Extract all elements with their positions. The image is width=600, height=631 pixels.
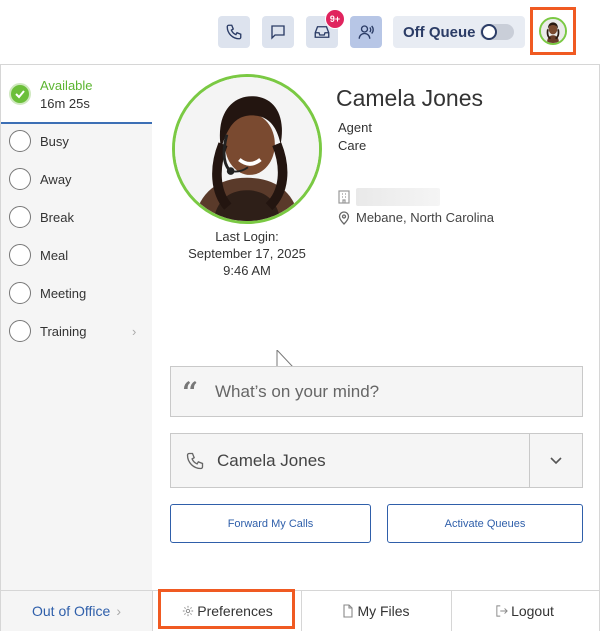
logout-label: Logout xyxy=(511,603,554,619)
preferences-highlight xyxy=(158,589,295,629)
redacted-field xyxy=(356,188,440,206)
chevron-right-icon: › xyxy=(132,323,137,339)
location-row: Mebane, North Carolina xyxy=(338,210,494,225)
last-login-date: September 17, 2025 xyxy=(188,246,306,261)
status-radio xyxy=(9,320,31,342)
profile-department: Care xyxy=(338,138,367,153)
avatar-image xyxy=(541,19,565,43)
last-login: Last Login: September 17, 2025 9:46 AM xyxy=(171,228,323,279)
building-icon xyxy=(338,190,350,204)
status-message-placeholder: What’s on your mind? xyxy=(215,381,380,401)
out-of-office-label: Out of Office xyxy=(31,603,111,619)
notification-badge: 9+ xyxy=(325,9,345,29)
status-item-busy[interactable]: Busy xyxy=(1,122,152,160)
profile-panel: Available 16m 25s Busy Away Break Meal M… xyxy=(0,64,600,631)
file-icon xyxy=(343,604,353,618)
avatar xyxy=(539,17,567,45)
phone-device-select[interactable]: Camela Jones xyxy=(170,433,583,488)
activate-queues-button[interactable]: Activate Queues xyxy=(387,504,583,543)
forward-calls-button[interactable]: Forward My Calls xyxy=(170,504,371,543)
logout-button[interactable]: Logout xyxy=(451,591,599,631)
status-radio-checked xyxy=(9,83,31,105)
chat-icon xyxy=(271,25,285,40)
my-files-button[interactable]: My Files xyxy=(301,591,451,631)
inbox-button[interactable]: 9+ xyxy=(306,9,345,48)
status-label: Training xyxy=(40,323,87,339)
building-row xyxy=(338,188,440,206)
status-item-break[interactable]: Break xyxy=(1,198,152,236)
out-of-office-button[interactable]: Out of Office › xyxy=(1,591,152,631)
check-icon xyxy=(15,90,25,99)
status-available-label: Available xyxy=(40,78,93,93)
logout-icon xyxy=(496,605,508,617)
phone-button[interactable] xyxy=(218,16,250,48)
status-label: Meal xyxy=(40,247,69,263)
status-message-input[interactable]: “ What’s on your mind? xyxy=(170,366,583,417)
phone-icon xyxy=(186,452,204,470)
chat-button[interactable] xyxy=(262,16,294,48)
profile-location: Mebane, North Carolina xyxy=(356,210,495,225)
status-label: Break xyxy=(40,209,74,225)
agent-status-button[interactable] xyxy=(350,16,382,48)
last-login-label: Last Login: xyxy=(215,229,279,244)
status-sidebar: Available 16m 25s Busy Away Break Meal M… xyxy=(1,65,152,590)
select-divider xyxy=(529,434,530,487)
status-label: Away xyxy=(40,171,72,187)
last-login-time: 9:46 AM xyxy=(223,263,271,278)
profile-role: Agent xyxy=(338,120,372,135)
phone-device-value: Camela Jones xyxy=(217,451,326,470)
chevron-right-icon: › xyxy=(116,603,121,619)
profile-name: Camela Jones xyxy=(336,85,484,111)
queue-switch[interactable] xyxy=(480,24,514,40)
footer-bar: Out of Office › Preferences My Files Log… xyxy=(1,590,599,631)
status-duration: 16m 25s xyxy=(40,96,90,111)
status-radio xyxy=(9,244,31,266)
profile-photo xyxy=(172,74,322,224)
user-avatar-button[interactable] xyxy=(530,7,576,55)
queue-switch-knob xyxy=(481,24,497,40)
status-item-meal[interactable]: Meal xyxy=(1,236,152,274)
user-headset-icon xyxy=(358,25,374,39)
phone-icon xyxy=(226,24,242,40)
status-label: Busy xyxy=(40,133,69,149)
status-radio xyxy=(9,130,31,152)
status-item-training[interactable]: Training › xyxy=(1,312,152,350)
chevron-down-icon[interactable] xyxy=(549,453,563,467)
queue-toggle[interactable]: Off Queue xyxy=(393,16,525,48)
quote-icon: “ xyxy=(182,376,199,409)
my-files-label: My Files xyxy=(357,603,410,619)
status-radio xyxy=(9,168,31,190)
status-item-available[interactable]: Available 16m 25s xyxy=(1,65,152,124)
status-item-away[interactable]: Away xyxy=(1,160,152,198)
status-radio xyxy=(9,282,31,304)
footer-divider xyxy=(152,591,153,631)
top-bar: 9+ Off Queue xyxy=(0,0,600,64)
status-item-meeting[interactable]: Meeting xyxy=(1,274,152,312)
status-label: Meeting xyxy=(40,285,87,301)
queue-label: Off Queue xyxy=(403,23,476,41)
map-pin-icon xyxy=(338,210,350,225)
profile-photo-image xyxy=(175,77,319,221)
status-radio xyxy=(9,206,31,228)
